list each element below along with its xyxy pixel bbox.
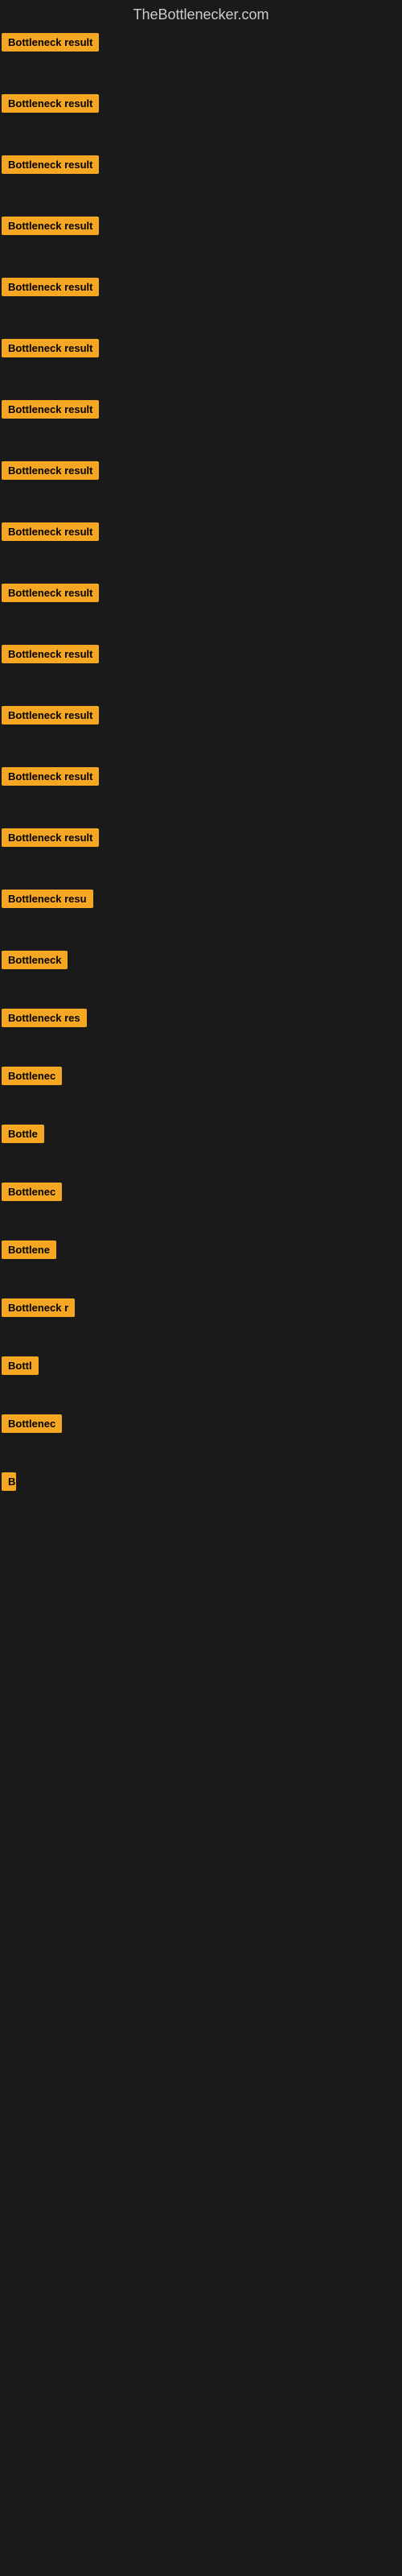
- empty-spacer: [0, 1691, 402, 1772]
- page-container: TheBottlenecker.com Bottleneck resultBot…: [0, 0, 402, 2178]
- bottleneck-badge[interactable]: Bottlenec: [2, 1183, 62, 1201]
- list-item: Bottlenec: [0, 1414, 402, 1437]
- empty-spacer: [0, 1611, 402, 1691]
- bottleneck-badge[interactable]: Bottlenec: [2, 1414, 62, 1433]
- bottleneck-badge[interactable]: Bottleneck result: [2, 584, 99, 602]
- bottleneck-badge[interactable]: Bottleneck result: [2, 522, 99, 541]
- empty-spacer: [0, 2094, 402, 2174]
- items-container: Bottleneck result Bottleneck result Bottle…: [0, 30, 402, 2178]
- list-item: Bottleneck result: [0, 400, 402, 423]
- empty-spacer: [0, 2013, 402, 2094]
- list-item: Bottleneck result: [0, 94, 402, 117]
- bottleneck-badge[interactable]: Bottleneck result: [2, 645, 99, 663]
- list-item: B: [0, 1472, 402, 1495]
- bottleneck-badge[interactable]: Bottleneck result: [2, 461, 99, 480]
- empty-spacer: [0, 1530, 402, 1611]
- empty-spacer: [0, 1772, 402, 1852]
- empty-spacer: [0, 1852, 402, 1933]
- bottleneck-badge[interactable]: Bottleneck: [2, 951, 68, 969]
- list-item: Bottleneck result: [0, 33, 402, 56]
- bottleneck-badge[interactable]: Bottleneck result: [2, 828, 99, 847]
- bottleneck-badge[interactable]: Bottlene: [2, 1241, 56, 1259]
- list-item: Bottleneck result: [0, 155, 402, 178]
- bottleneck-badge[interactable]: Bottlenec: [2, 1067, 62, 1085]
- bottleneck-badge[interactable]: Bottleneck result: [2, 339, 99, 357]
- bottleneck-badge[interactable]: Bottl: [2, 1356, 39, 1375]
- bottleneck-badge[interactable]: Bottleneck result: [2, 278, 99, 296]
- list-item: Bottleneck result: [0, 522, 402, 545]
- bottleneck-badge[interactable]: Bottle: [2, 1125, 44, 1143]
- bottleneck-badge[interactable]: Bottleneck result: [2, 33, 99, 52]
- list-item: Bottleneck res: [0, 1009, 402, 1031]
- bottleneck-badge[interactable]: Bottleneck result: [2, 400, 99, 419]
- bottleneck-badge[interactable]: Bottleneck result: [2, 155, 99, 174]
- list-item: Bottleneck r: [0, 1298, 402, 1321]
- list-item: Bottleneck result: [0, 339, 402, 361]
- bottleneck-badge[interactable]: Bottleneck result: [2, 94, 99, 113]
- list-item: Bottleneck result: [0, 217, 402, 239]
- list-item: Bottl: [0, 1356, 402, 1379]
- bottleneck-badge[interactable]: Bottleneck r: [2, 1298, 75, 1317]
- bottleneck-badge[interactable]: B: [2, 1472, 16, 1491]
- site-title: TheBottlenecker.com: [0, 0, 402, 30]
- bottleneck-badge[interactable]: Bottleneck resu: [2, 890, 93, 908]
- list-item: Bottleneck resu: [0, 890, 402, 912]
- list-item: Bottleneck: [0, 951, 402, 973]
- bottleneck-badge[interactable]: Bottleneck result: [2, 706, 99, 724]
- bottleneck-badge[interactable]: Bottleneck result: [2, 217, 99, 235]
- list-item: Bottleneck result: [0, 584, 402, 606]
- list-item: Bottleneck result: [0, 767, 402, 790]
- list-item: Bottlenec: [0, 1183, 402, 1205]
- list-item: Bottle: [0, 1125, 402, 1147]
- list-item: Bottleneck result: [0, 706, 402, 729]
- bottleneck-badge[interactable]: Bottleneck res: [2, 1009, 87, 1027]
- empty-spacer: [0, 1933, 402, 2013]
- list-item: Bottleneck result: [0, 461, 402, 484]
- list-item: Bottleneck result: [0, 828, 402, 851]
- list-item: Bottlene: [0, 1241, 402, 1263]
- list-item: Bottlenec: [0, 1067, 402, 1089]
- list-item: Bottleneck result: [0, 645, 402, 667]
- list-item: Bottleneck result: [0, 278, 402, 300]
- bottleneck-badge[interactable]: Bottleneck result: [2, 767, 99, 786]
